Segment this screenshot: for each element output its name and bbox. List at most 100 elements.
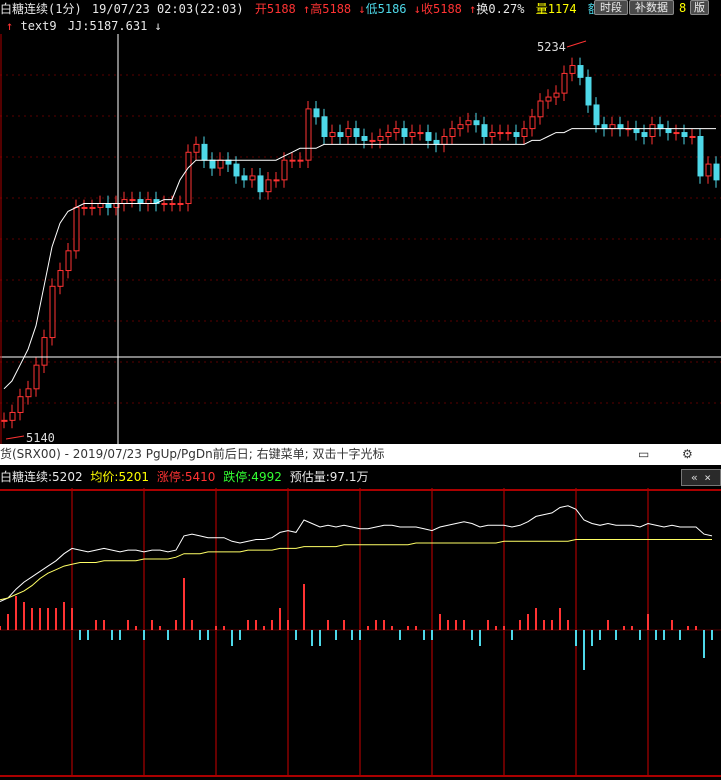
header-trailing: 8: [679, 1, 687, 15]
candle-body: [569, 65, 576, 74]
candle-body: [1, 419, 8, 422]
low-mark-label: 5140: [26, 431, 55, 444]
candle-body: [9, 411, 16, 421]
timeshare-button[interactable]: 时段: [594, 0, 628, 15]
version-button[interactable]: 版: [690, 0, 709, 15]
candle-body: [161, 203, 168, 206]
candle-body: [329, 132, 336, 138]
candle-body: [641, 132, 648, 138]
timeshare-price-line: [0, 505, 713, 603]
candle-body: [201, 143, 208, 161]
candle-body: [449, 128, 456, 138]
candle-body: [241, 175, 248, 181]
candle-body: [601, 124, 608, 130]
candle-body: [689, 136, 696, 138]
candle-body: [257, 175, 264, 193]
high-value: 高5188: [310, 2, 352, 16]
candle-body: [249, 175, 256, 181]
indicator-value: JJ:5187.631: [67, 19, 148, 33]
down-arrow-icon: ↓: [358, 2, 366, 16]
candle-body: [137, 199, 144, 205]
candle-body: [41, 337, 48, 366]
candle-body: [273, 179, 280, 182]
candle-body: [481, 124, 488, 138]
candle-body: [673, 132, 680, 135]
candle-body: [585, 76, 592, 106]
candle-body: [529, 116, 536, 130]
candle-body: [65, 250, 72, 272]
candle-body: [321, 116, 328, 137]
restore-icon[interactable]: ▭: [638, 444, 649, 465]
candle-body: [105, 203, 112, 208]
candle-body: [313, 108, 320, 118]
candle-body: [617, 124, 624, 130]
candle-body: [265, 179, 272, 193]
close-value: 收5188: [421, 2, 462, 16]
fill-data-button[interactable]: 补数据: [629, 0, 674, 15]
down-arrow-icon: ↓: [413, 2, 421, 16]
open-value: 开5188: [254, 2, 296, 16]
price-chart[interactable]: 5234 5140: [0, 34, 721, 444]
turnover-value: 换0.27%: [476, 2, 525, 16]
candle-body: [513, 132, 520, 138]
candle-body: [545, 96, 552, 102]
candle-body: [505, 132, 512, 135]
candle-body: [553, 92, 560, 98]
candle-body: [209, 159, 216, 169]
candle-body: [497, 132, 504, 135]
candle-body: [425, 132, 432, 141]
candle-body: [233, 163, 240, 177]
close-icon[interactable]: ×: [704, 471, 711, 484]
candle-body: [577, 65, 584, 78]
candle-body: [17, 396, 24, 413]
est-volume: 预估量:97.1万: [289, 470, 369, 484]
candle-body: [305, 108, 312, 161]
candle-body: [649, 124, 656, 138]
status-text: 货(SRX00) - 2019/07/23 PgUp/PgDn前后日; 右键菜单…: [0, 447, 385, 461]
candle-body: [417, 132, 424, 135]
up-arrow-icon: ↑: [6, 19, 14, 33]
lower-legend: 白糖连续:5202 均价:5201 涨停:5410 跌停:4992 预估量:97…: [0, 469, 721, 485]
candle-body: [217, 159, 224, 169]
high-mark-label: 5234: [537, 40, 566, 54]
candle-body: [457, 124, 464, 130]
candle-body: [193, 143, 200, 153]
candle-body: [33, 364, 40, 390]
candle-body: [57, 270, 64, 287]
candle-body: [473, 120, 480, 126]
candle-body: [665, 128, 672, 134]
high-mark-pointer: [566, 40, 587, 48]
timeshare-chart[interactable]: [0, 488, 721, 780]
candle-body: [369, 139, 376, 142]
candle-body: [489, 132, 496, 138]
candle-body: [169, 203, 176, 206]
scroll-buttons[interactable]: « ×: [681, 469, 721, 486]
lower-series-name: 白糖连续:5202: [0, 470, 83, 484]
candle-body: [401, 128, 408, 138]
candle-body: [713, 163, 720, 181]
gear-icon[interactable]: ⚙: [682, 444, 693, 465]
candle-body: [465, 120, 472, 126]
candle-body: [129, 199, 136, 202]
low-mark-pointer: [5, 435, 25, 440]
indicator-line: ↑ text9 JJ:5187.631 ↓: [6, 18, 162, 34]
scroll-left-icon[interactable]: «: [691, 471, 698, 484]
volume-value: 量1174: [535, 2, 577, 16]
candle-body: [537, 100, 544, 118]
candle-body: [289, 159, 296, 162]
candle-body: [225, 159, 232, 165]
limit-up: 涨停:5410: [156, 470, 216, 484]
candle-body: [633, 128, 640, 134]
status-bar: 货(SRX00) - 2019/07/23 PgUp/PgDn前后日; 右键菜单…: [0, 444, 721, 465]
candle-body: [609, 124, 616, 130]
candle-body: [681, 132, 688, 138]
candle-body: [377, 136, 384, 141]
candle-body: [385, 132, 392, 138]
candle-body: [697, 136, 704, 177]
candle-body: [409, 132, 416, 138]
candle-body: [657, 124, 664, 130]
avg-price: 均价:5201: [90, 470, 150, 484]
candle-body: [73, 206, 80, 252]
candle-body: [441, 136, 448, 145]
low-value: 低5186: [365, 2, 407, 16]
